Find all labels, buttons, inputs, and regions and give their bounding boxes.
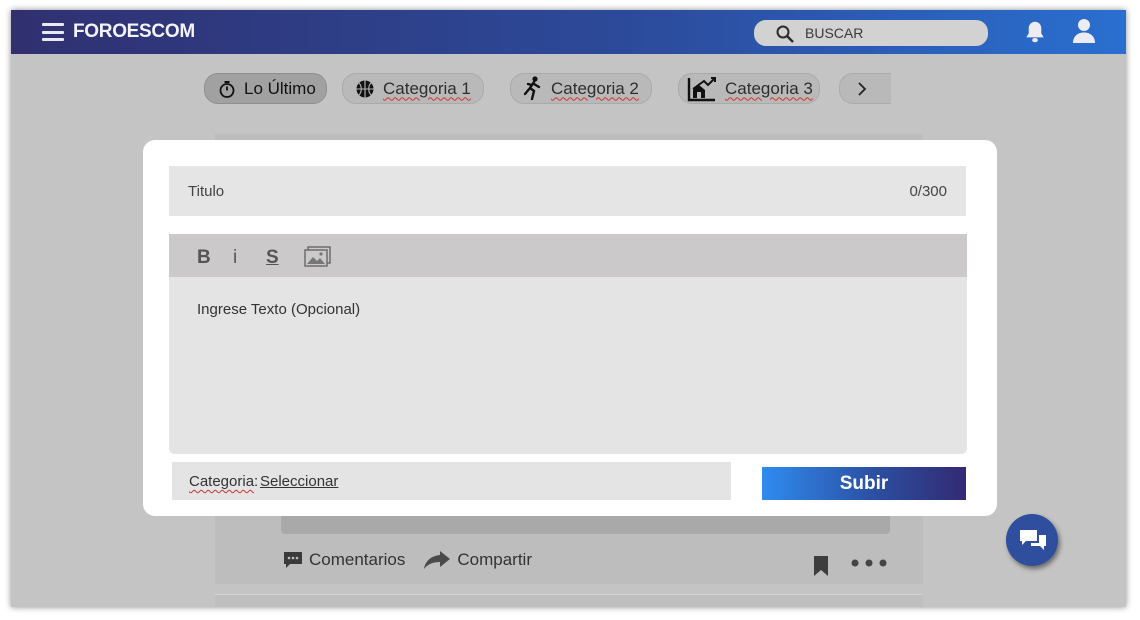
- categories-next-button[interactable]: [839, 73, 891, 104]
- category-selector[interactable]: Categoria : Seleccionar: [172, 462, 731, 500]
- format-toolbar: B i S: [169, 234, 967, 277]
- share-button[interactable]: Compartir: [423, 550, 532, 570]
- category-chip-label: Lo Último: [244, 78, 316, 98]
- category-chip-2[interactable]: Categoria 2: [510, 73, 652, 104]
- more-options-icon[interactable]: [851, 559, 887, 567]
- top-navigation-bar: FOROESCOM BUSCAR: [11, 10, 1126, 54]
- menu-icon[interactable]: [42, 23, 64, 41]
- brand-logo[interactable]: FOROESCOM: [73, 21, 195, 43]
- house-chart-icon: [687, 76, 716, 101]
- runner-icon: [523, 75, 541, 100]
- category-chip-3[interactable]: Categoria 3: [678, 73, 820, 104]
- submit-button[interactable]: Subir: [762, 467, 966, 500]
- app-window: FOROESCOM BUSCAR Lo Último Categoria 1 C…: [11, 10, 1126, 607]
- title-input[interactable]: Titulo 0/300: [169, 166, 966, 216]
- post-actions: Comentarios Compartir: [283, 550, 550, 570]
- bell-icon[interactable]: [1022, 19, 1048, 45]
- category-chip-latest[interactable]: Lo Último: [204, 73, 327, 104]
- category-chip-label: Categoria 3: [725, 78, 813, 98]
- title-placeholder: Titulo: [188, 183, 225, 200]
- insert-image-icon[interactable]: [304, 246, 331, 268]
- search-icon: [776, 25, 794, 43]
- category-colon: :: [254, 473, 259, 490]
- chat-icon: [1020, 530, 1046, 550]
- comments-button[interactable]: Comentarios: [283, 550, 405, 570]
- basketball-icon: [356, 80, 374, 97]
- category-label: Categoria: [189, 473, 255, 490]
- next-post-card: [215, 594, 923, 607]
- stopwatch-icon: [219, 80, 235, 98]
- category-select-link[interactable]: Seleccionar: [260, 473, 338, 490]
- body-editor[interactable]: B i S Ingrese Texto (Opcional): [169, 234, 967, 454]
- strikethrough-button[interactable]: S: [266, 247, 279, 269]
- share-label: Compartir: [457, 550, 532, 569]
- category-chip-1[interactable]: Categoria 1: [342, 73, 484, 104]
- search-input[interactable]: BUSCAR: [754, 20, 988, 46]
- bookmark-icon[interactable]: [813, 555, 829, 577]
- search-placeholder: BUSCAR: [805, 25, 864, 41]
- share-icon: [424, 551, 451, 569]
- category-chip-label: Categoria 1: [383, 78, 471, 98]
- category-chip-label: Categoria 2: [551, 78, 639, 98]
- title-char-counter: 0/300: [909, 183, 947, 200]
- comment-icon: [284, 552, 302, 568]
- bold-button[interactable]: B: [197, 247, 211, 269]
- body-placeholder: Ingrese Texto (Opcional): [197, 301, 361, 318]
- italic-button[interactable]: i: [233, 247, 237, 269]
- create-post-modal: Titulo 0/300 B i S Ingrese Texto (Opcion…: [143, 140, 997, 516]
- chevron-right-icon: [858, 81, 867, 96]
- chat-button[interactable]: [1006, 514, 1058, 566]
- comments-label: Comentarios: [309, 550, 406, 569]
- user-icon[interactable]: [1072, 18, 1096, 44]
